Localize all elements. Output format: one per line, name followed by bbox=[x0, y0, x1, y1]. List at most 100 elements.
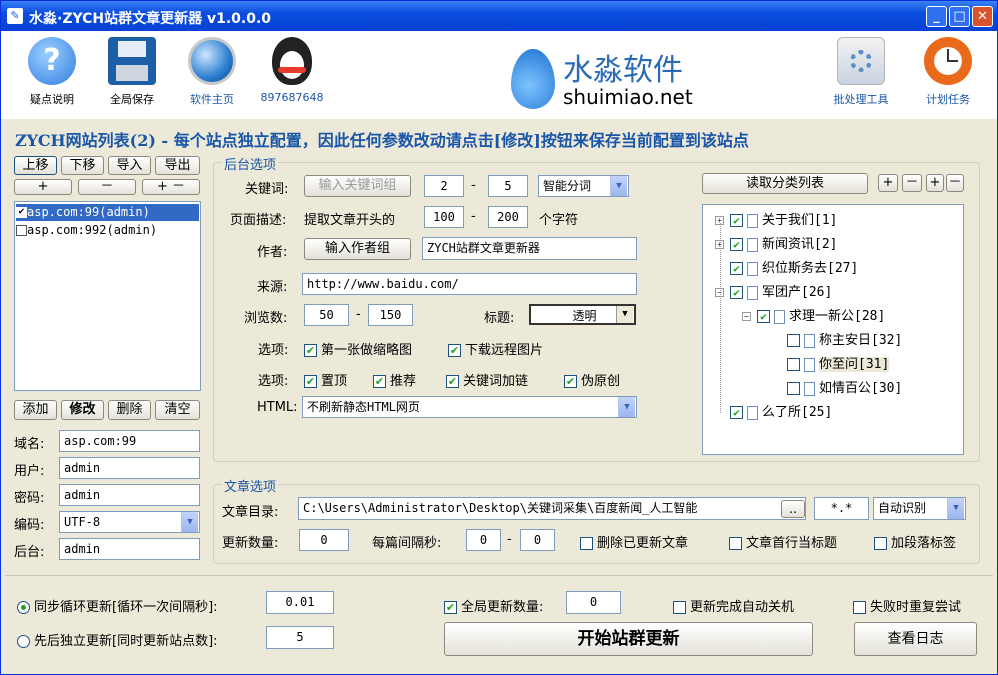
check-icon[interactable]: ✔ bbox=[730, 286, 743, 299]
first-line-title-checkbox[interactable]: 文章首行当标题 bbox=[729, 532, 837, 551]
check-icon[interactable]: ✔ bbox=[730, 262, 743, 275]
move-down-button[interactable]: 下移 bbox=[61, 156, 104, 175]
keyword-link-checkbox[interactable]: ✔ 关键词加链 bbox=[446, 370, 528, 389]
tree-uncheck-all-button[interactable]: － bbox=[946, 174, 964, 192]
sync-loop-radio[interactable]: 同步循环更新[循环一次间隔秒]: bbox=[17, 596, 218, 615]
global-count-checkbox[interactable]: ✔ 全局更新数量: bbox=[444, 596, 543, 615]
tree-node[interactable]: − ✔ 求理一新公[28] bbox=[742, 305, 885, 324]
chevron-down-icon[interactable]: ▼ bbox=[616, 306, 633, 323]
category-tree[interactable]: + ✔ 关于我们[1] + ✔ 新闻资讯[2] ✔ 织位斯务去[27] − ✔ 军团产[26]… bbox=[702, 204, 964, 455]
delete-site-button[interactable]: 删除 bbox=[108, 400, 151, 420]
chevron-down-icon[interactable]: ▼ bbox=[610, 176, 627, 196]
backend-field[interactable]: admin bbox=[59, 538, 200, 560]
chevron-down-icon[interactable]: ▼ bbox=[181, 512, 198, 532]
keyword-split-select[interactable]: 智能分词 ▼ bbox=[538, 175, 629, 197]
tree-expand-button[interactable]: + bbox=[878, 174, 898, 192]
title-style-select[interactable]: 透明 ▼ bbox=[529, 304, 636, 325]
user-field[interactable]: admin bbox=[59, 457, 200, 479]
site-checkbox[interactable] bbox=[16, 225, 27, 236]
auto-shutdown-checkbox[interactable]: 更新完成自动关机 bbox=[673, 596, 794, 615]
tool-save[interactable]: 全局保存 bbox=[97, 37, 167, 107]
concurrent-sites-field[interactable]: 5 bbox=[266, 626, 334, 649]
minus-icon[interactable]: − bbox=[742, 312, 751, 321]
views-min-field[interactable]: 50 bbox=[304, 304, 349, 326]
plus-icon[interactable]: + bbox=[715, 240, 724, 249]
close-button[interactable]: ✕ bbox=[972, 6, 993, 27]
move-up-button[interactable]: 上移 bbox=[14, 156, 57, 175]
sequential-radio[interactable]: 先后独立更新[同时更新站点数]: bbox=[17, 630, 218, 649]
tool-homepage[interactable]: 软件主页 bbox=[177, 37, 247, 107]
download-images-checkbox[interactable]: ✔ 下载远程图片 bbox=[448, 339, 543, 358]
encoding-detect-select[interactable]: 自动识别 ▼ bbox=[873, 497, 966, 520]
toggle-button[interactable]: + － bbox=[142, 179, 200, 195]
add-site-button[interactable]: 添加 bbox=[14, 400, 57, 420]
tree-node[interactable]: 如情百公[30] bbox=[787, 377, 902, 396]
thumbnail-checkbox[interactable]: ✔ 第一张做缩略图 bbox=[304, 339, 412, 358]
tree-node[interactable]: + ✔ 关于我们[1] bbox=[715, 209, 837, 228]
expand-button[interactable]: + bbox=[14, 179, 72, 195]
recommend-checkbox[interactable]: ✔ 推荐 bbox=[373, 370, 416, 389]
export-button[interactable]: 导出 bbox=[155, 156, 200, 175]
interval-min-field[interactable]: 0 bbox=[466, 529, 501, 551]
check-icon[interactable]: ✔ bbox=[730, 406, 743, 419]
domain-field[interactable]: asp.com:99 bbox=[59, 430, 200, 452]
paragraph-tag-checkbox[interactable]: 加段落标签 bbox=[874, 532, 956, 551]
sticky-checkbox[interactable]: ✔ 置顶 bbox=[304, 370, 347, 389]
retry-checkbox[interactable]: 失败时重复尝试 bbox=[853, 596, 961, 615]
password-field[interactable]: admin bbox=[59, 484, 200, 506]
tree-node[interactable]: ✔ 织位斯务去[27] bbox=[730, 257, 858, 276]
sync-interval-field[interactable]: 0.01 bbox=[266, 591, 334, 614]
input-keywords-button[interactable]: 输入关键词组 bbox=[304, 175, 411, 197]
read-categories-button[interactable]: 读取分类列表 bbox=[702, 173, 868, 194]
encoding-select[interactable]: UTF-8 ▼ bbox=[59, 511, 200, 533]
browse-button[interactable]: .. bbox=[781, 500, 805, 518]
chevron-down-icon[interactable]: ▼ bbox=[947, 498, 964, 519]
views-max-field[interactable]: 150 bbox=[368, 304, 413, 326]
html-select[interactable]: 不刷新静态HTML网页 ▼ bbox=[302, 396, 637, 418]
article-dir-field[interactable]: C:\Users\Administrator\Desktop\关键词采集\百度新… bbox=[298, 497, 806, 520]
collapse-button[interactable]: － bbox=[78, 179, 136, 195]
update-count-field[interactable]: 0 bbox=[299, 529, 349, 551]
clear-sites-button[interactable]: 清空 bbox=[155, 400, 200, 420]
interval-max-field[interactable]: 0 bbox=[520, 529, 555, 551]
checkbox-empty[interactable] bbox=[787, 334, 800, 347]
minus-icon[interactable]: − bbox=[715, 288, 724, 297]
tool-qq[interactable]: 897687648 bbox=[257, 37, 327, 104]
input-authors-button[interactable]: 输入作者组 bbox=[304, 238, 411, 260]
list-item[interactable]: asp.com:992(admin) bbox=[16, 222, 199, 239]
global-count-field[interactable]: 0 bbox=[566, 591, 621, 614]
checkbox-empty[interactable] bbox=[787, 382, 800, 395]
tree-collapse-button[interactable]: － bbox=[902, 174, 922, 192]
title-bar[interactable]: ✎ 水淼·ZYCH站群文章更新器 v1.0.0.0 _ □ ✕ bbox=[1, 1, 997, 31]
chevron-down-icon[interactable]: ▼ bbox=[618, 397, 635, 417]
minimize-button[interactable]: _ bbox=[926, 6, 947, 27]
tree-node[interactable]: 称主安日[32] bbox=[787, 329, 902, 348]
check-icon[interactable]: ✔ bbox=[730, 214, 743, 227]
desc-min-field[interactable]: 100 bbox=[424, 206, 464, 228]
maximize-button[interactable]: □ bbox=[949, 6, 970, 27]
source-field[interactable]: http://www.baidu.com/ bbox=[302, 273, 637, 295]
tree-node[interactable]: ✔ 么了所[25] bbox=[730, 401, 832, 420]
keyword-max-field[interactable]: 5 bbox=[488, 175, 528, 197]
desc-max-field[interactable]: 200 bbox=[488, 206, 528, 228]
tree-check-all-button[interactable]: + bbox=[926, 174, 944, 192]
tool-schedule[interactable]: 计划任务 bbox=[913, 37, 983, 107]
author-field[interactable]: ZYCH站群文章更新器 bbox=[422, 237, 637, 260]
site-checkbox[interactable]: ✔ bbox=[16, 207, 27, 218]
site-list[interactable]: ✔ asp.com:99(admin) asp.com:992(admin) bbox=[14, 201, 201, 391]
keyword-min-field[interactable]: 2 bbox=[424, 175, 464, 197]
tool-help[interactable]: ? 疑点说明 bbox=[17, 37, 87, 107]
tool-batch[interactable]: 批处理工具 bbox=[823, 37, 899, 107]
start-update-button[interactable]: 开始站群更新 bbox=[444, 622, 813, 656]
delete-updated-checkbox[interactable]: 删除已更新文章 bbox=[580, 532, 688, 551]
pseudo-original-checkbox[interactable]: ✔ 伪原创 bbox=[564, 370, 620, 389]
list-item[interactable]: ✔ asp.com:99(admin) bbox=[16, 204, 199, 221]
tree-node[interactable]: − ✔ 军团产[26] bbox=[715, 281, 832, 300]
checkbox-empty[interactable] bbox=[787, 358, 800, 371]
plus-icon[interactable]: + bbox=[715, 216, 724, 225]
import-button[interactable]: 导入 bbox=[108, 156, 151, 175]
tree-node[interactable]: 你至问[31] bbox=[787, 353, 890, 372]
view-log-button[interactable]: 查看日志 bbox=[854, 622, 977, 656]
tree-node[interactable]: + ✔ 新闻资讯[2] bbox=[715, 233, 837, 252]
check-icon[interactable]: ✔ bbox=[730, 238, 743, 251]
